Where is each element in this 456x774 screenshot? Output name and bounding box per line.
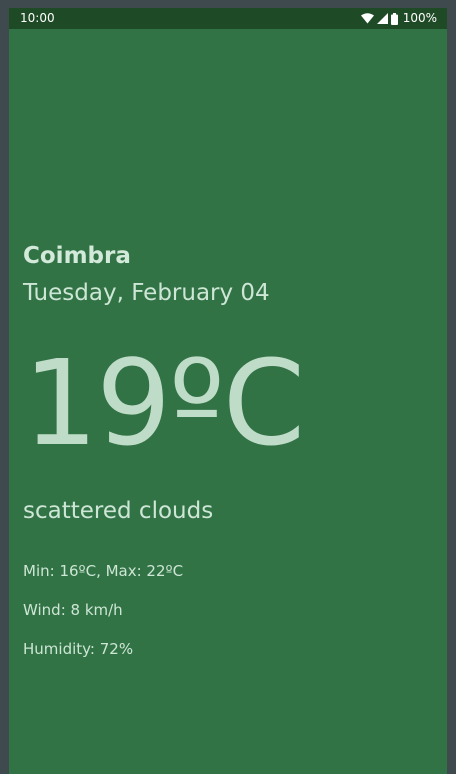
temperature: 19ºC (23, 333, 303, 473)
weather-description: scattered clouds (23, 498, 213, 524)
wifi-icon (361, 13, 374, 24)
app-screen: 10:00 100% Coimbra Tuesday, February 04 … (9, 8, 447, 774)
current-date: Tuesday, February 04 (23, 280, 270, 306)
status-time: 10:00 (20, 8, 55, 29)
min-max-temperature: Min: 16ºC, Max: 22ºC (23, 562, 183, 580)
humidity: Humidity: 72% (23, 640, 133, 658)
signal-icon (377, 13, 388, 24)
city-name: Coimbra (23, 243, 131, 269)
status-bar: 10:00 100% (9, 8, 447, 29)
wind-speed: Wind: 8 km/h (23, 601, 123, 619)
status-icons: 100% (361, 8, 437, 29)
battery-level: 100% (403, 8, 437, 29)
battery-icon (391, 13, 398, 25)
